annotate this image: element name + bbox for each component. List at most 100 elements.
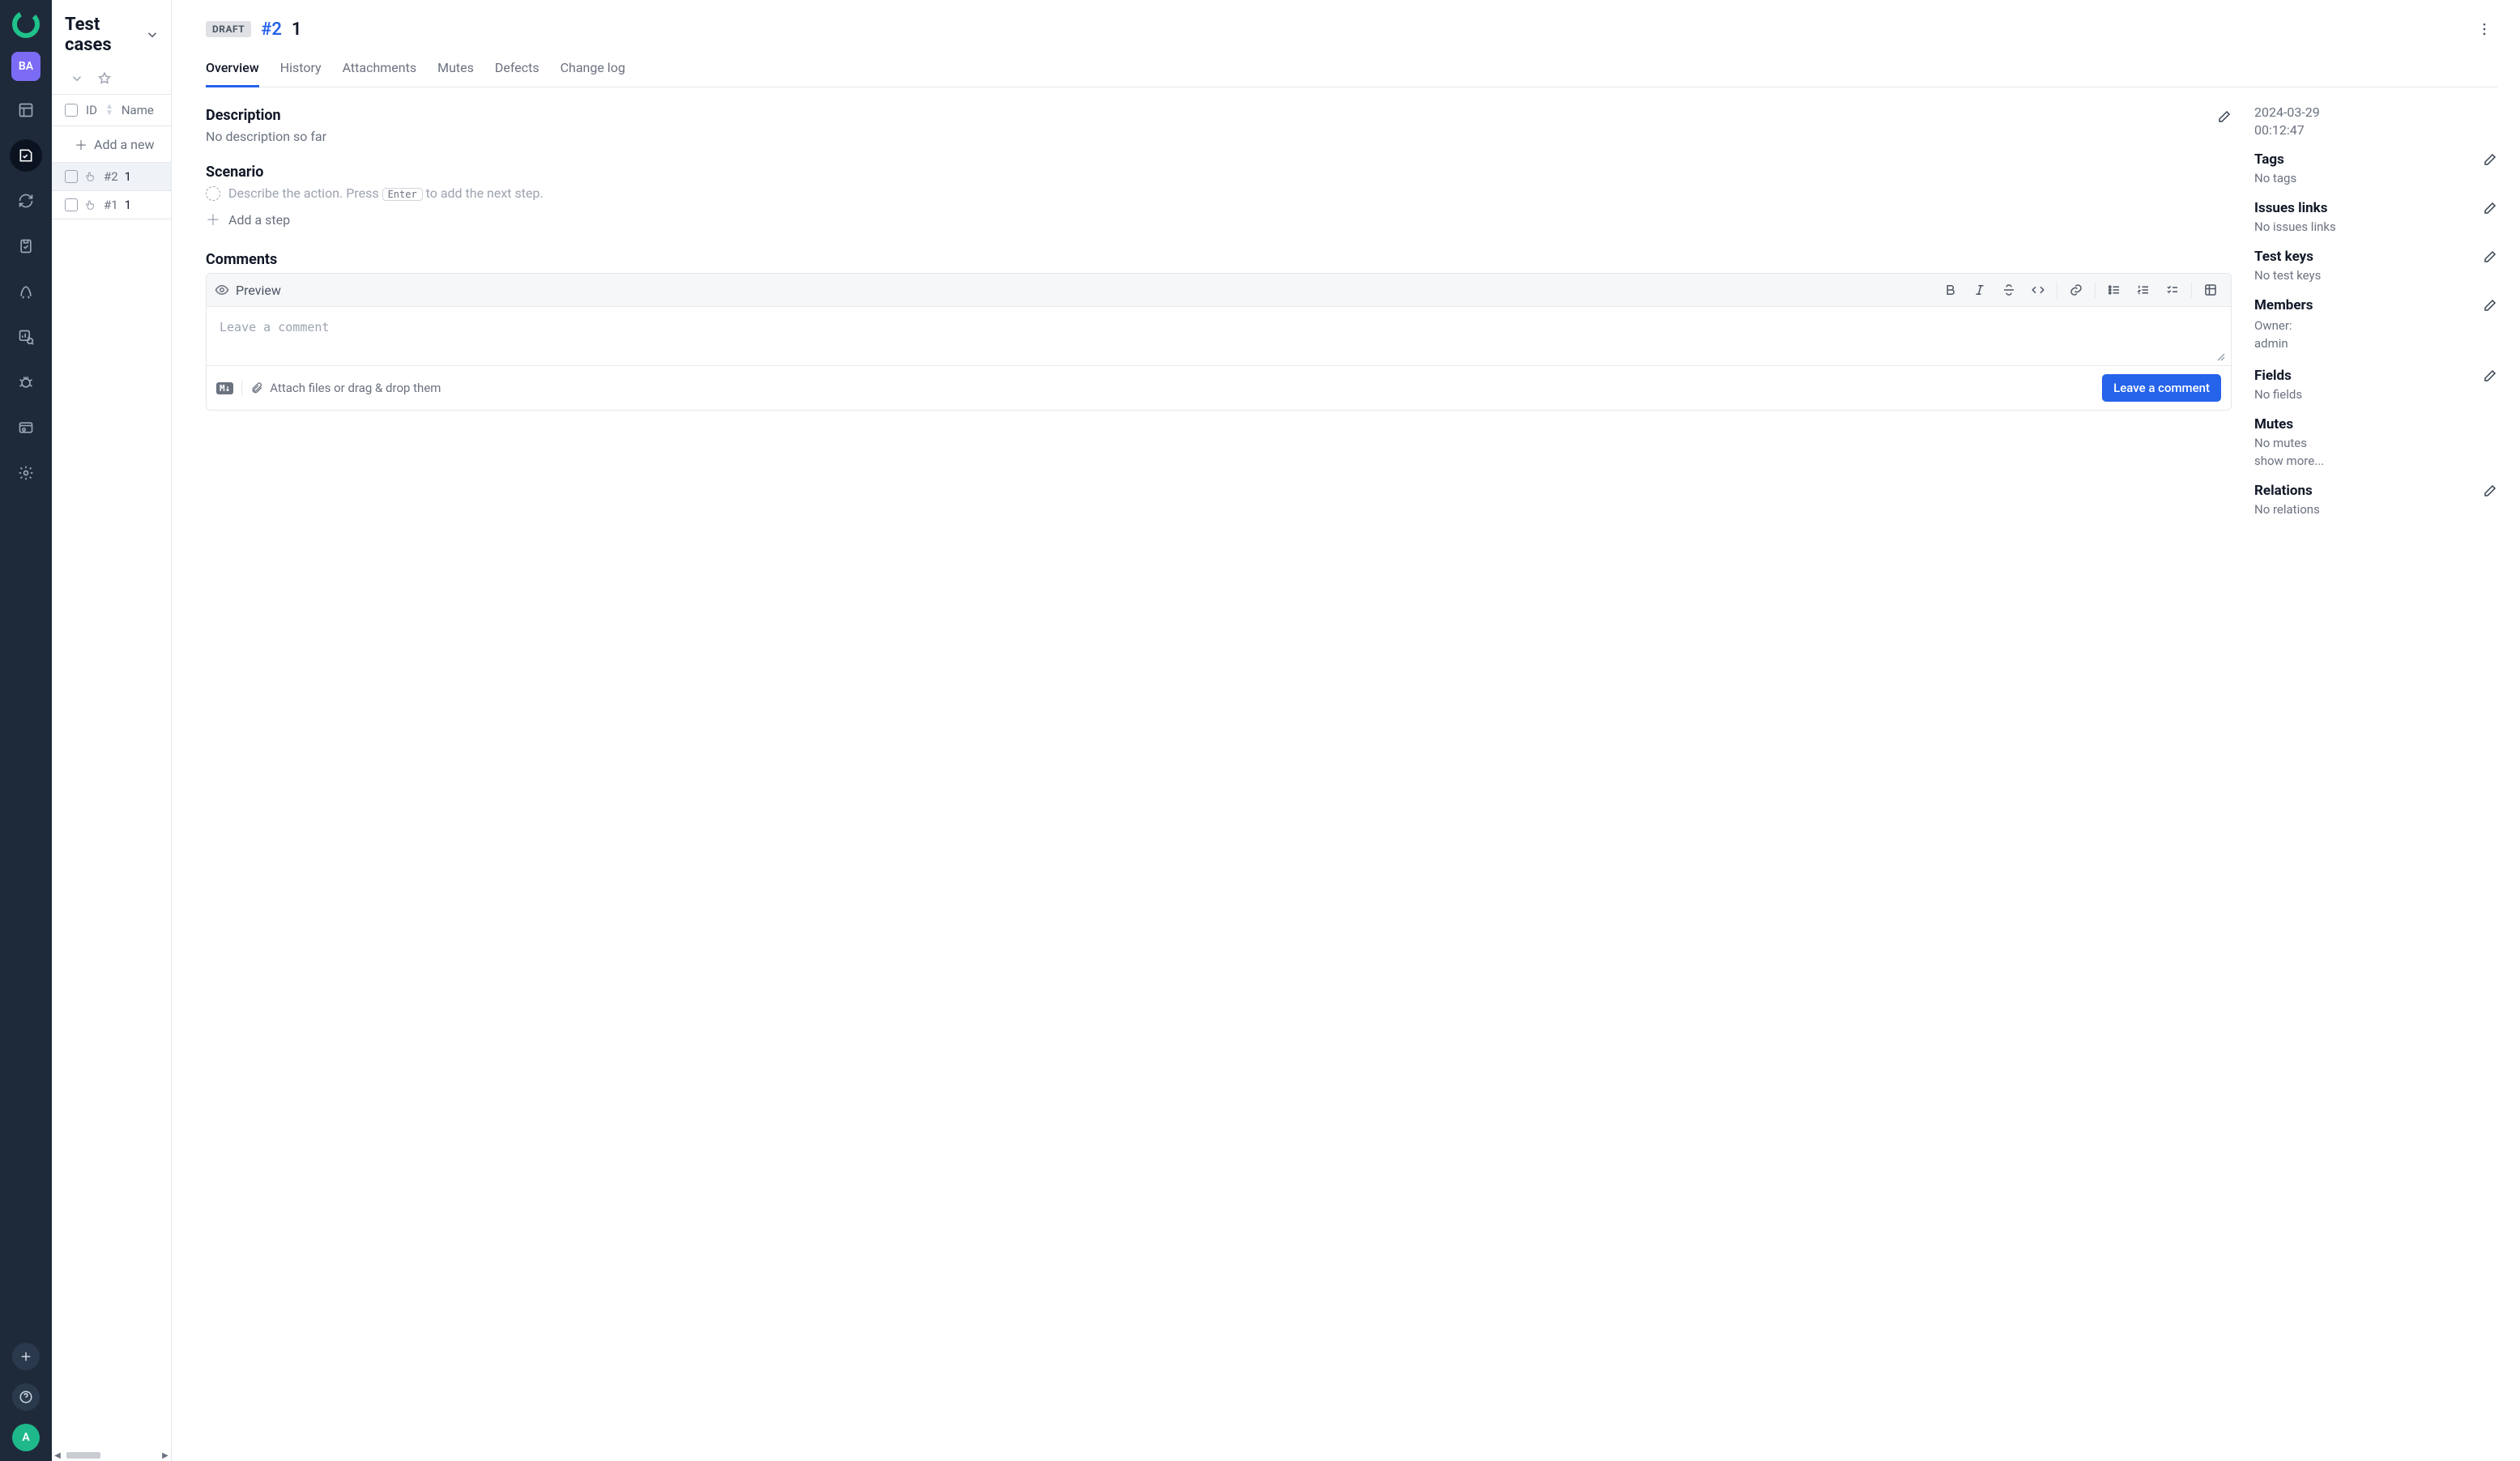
scenario-step[interactable]: Describe the action. Press Enter to add … xyxy=(206,185,2232,201)
list-title: Test cases xyxy=(65,15,139,55)
status-badge: DRAFT xyxy=(206,21,251,37)
item-id: #1 xyxy=(104,198,118,212)
strikethrough-icon[interactable] xyxy=(1997,279,2021,301)
attach-files[interactable]: Attach files or drag & drop them xyxy=(250,381,441,395)
tab-attachments[interactable]: Attachments xyxy=(343,60,417,87)
edit-description-icon[interactable] xyxy=(2217,109,2232,124)
detail-name: 1 xyxy=(292,19,302,40)
tab-defects[interactable]: Defects xyxy=(495,60,539,87)
description-title: Description xyxy=(206,107,2217,124)
fields-title: Fields xyxy=(2254,368,2483,384)
list-item[interactable]: #2 1 xyxy=(52,163,171,191)
members-owner: Owner: admin xyxy=(2254,317,2497,353)
settings-icon[interactable] xyxy=(10,457,42,489)
code-icon[interactable] xyxy=(2026,279,2050,301)
detail-panel: DRAFT #2 1 Overview History Attachments … xyxy=(172,0,2520,1461)
add-new-test-case[interactable]: ＋ Add a new xyxy=(52,126,171,163)
timestamp-time: 00:12:47 xyxy=(2254,121,2497,139)
scenario-placeholder: Describe the action. Press Enter to add … xyxy=(228,185,544,201)
tags-empty: No tags xyxy=(2254,171,2497,185)
fields-empty: No fields xyxy=(2254,387,2497,402)
kbd-enter: Enter xyxy=(382,188,423,201)
star-icon[interactable] xyxy=(97,71,112,86)
defects-icon[interactable] xyxy=(10,366,42,398)
row-checkbox[interactable] xyxy=(65,170,78,183)
preview-label[interactable]: Preview xyxy=(236,283,281,298)
tab-overview[interactable]: Overview xyxy=(206,60,259,87)
jobs-icon[interactable] xyxy=(10,411,42,444)
tab-change-log[interactable]: Change log xyxy=(561,60,625,87)
scrollbar-thumb[interactable] xyxy=(66,1452,100,1459)
more-menu-icon[interactable] xyxy=(2471,16,2497,42)
markdown-icon: M↓ xyxy=(216,382,233,394)
project-avatar[interactable]: BA xyxy=(11,52,41,81)
add-step-button[interactable]: ＋ Add a step xyxy=(206,209,2232,230)
bullet-list-icon[interactable] xyxy=(2102,279,2126,301)
relations-title: Relations xyxy=(2254,483,2483,499)
comment-input[interactable] xyxy=(218,318,2219,351)
description-empty: No description so far xyxy=(206,129,2232,144)
table-icon[interactable] xyxy=(2198,279,2223,301)
list-item[interactable]: #1 1 xyxy=(52,191,171,219)
checklist-icon[interactable] xyxy=(2160,279,2185,301)
leave-comment-button[interactable]: Leave a comment xyxy=(2102,374,2221,402)
sort-icon[interactable]: ▲▼ xyxy=(105,104,113,117)
detail-id[interactable]: #2 xyxy=(261,19,282,40)
analytics-icon[interactable] xyxy=(10,321,42,353)
tab-history[interactable]: History xyxy=(280,60,322,87)
project-avatar-initials: BA xyxy=(19,60,33,73)
add-step-label: Add a step xyxy=(228,212,290,228)
italic-icon[interactable] xyxy=(1968,279,1992,301)
current-user-avatar[interactable]: A xyxy=(12,1424,40,1451)
chevron-down-icon[interactable] xyxy=(70,71,84,86)
test-plans-icon[interactable] xyxy=(10,230,42,262)
link-icon[interactable] xyxy=(2064,279,2088,301)
chevron-down-icon[interactable] xyxy=(145,28,160,42)
plus-icon: ＋ xyxy=(75,134,87,154)
hand-icon xyxy=(84,198,97,211)
edit-keys-icon[interactable] xyxy=(2483,249,2497,264)
launches-icon[interactable] xyxy=(10,275,42,308)
current-user-initial: A xyxy=(22,1431,29,1444)
edit-relations-icon[interactable] xyxy=(2483,483,2497,498)
show-more-link[interactable]: show more... xyxy=(2254,454,2497,468)
item-name: 1 xyxy=(125,198,131,212)
eye-icon[interactable] xyxy=(215,283,229,297)
app-logo[interactable] xyxy=(11,10,41,39)
paperclip-icon xyxy=(250,381,263,394)
members-title: Members xyxy=(2254,297,2483,313)
issues-title: Issues links xyxy=(2254,200,2483,216)
select-all-checkbox[interactable] xyxy=(65,104,78,117)
nav-rail: BA A xyxy=(0,0,52,1461)
horizontal-scrollbar[interactable]: ◀ ▶ xyxy=(52,1450,171,1461)
item-name: 1 xyxy=(125,169,131,184)
mutes-title: Mutes xyxy=(2254,416,2497,432)
issues-empty: No issues links xyxy=(2254,219,2497,234)
detail-tabs: Overview History Attachments Mutes Defec… xyxy=(206,60,2497,87)
sync-icon[interactable] xyxy=(10,185,42,217)
edit-tags-icon[interactable] xyxy=(2483,152,2497,167)
help-button[interactable] xyxy=(12,1383,40,1411)
tags-title: Tags xyxy=(2254,151,2483,168)
column-name[interactable]: Name xyxy=(122,103,154,117)
add-button[interactable] xyxy=(12,1343,40,1370)
scroll-left-icon[interactable]: ◀ xyxy=(52,1451,63,1460)
dashboard-icon[interactable] xyxy=(10,94,42,126)
row-checkbox[interactable] xyxy=(65,198,78,211)
bold-icon[interactable] xyxy=(1938,279,1963,301)
relations-empty: No relations xyxy=(2254,502,2497,517)
tab-mutes[interactable]: Mutes xyxy=(437,60,474,87)
keys-empty: No test keys xyxy=(2254,268,2497,283)
timestamp-date: 2024-03-29 xyxy=(2254,104,2497,121)
resize-handle-icon[interactable] xyxy=(2216,352,2226,362)
scenario-title: Scenario xyxy=(206,164,2232,181)
column-id[interactable]: ID xyxy=(86,103,97,117)
edit-issues-icon[interactable] xyxy=(2483,201,2497,215)
edit-members-icon[interactable] xyxy=(2483,298,2497,313)
item-id: #2 xyxy=(104,169,118,184)
scroll-right-icon[interactable]: ▶ xyxy=(160,1451,171,1460)
test-cases-icon[interactable] xyxy=(10,139,42,172)
edit-fields-icon[interactable] xyxy=(2483,368,2497,383)
numbered-list-icon[interactable] xyxy=(2131,279,2155,301)
comment-editor: Preview xyxy=(206,273,2232,411)
